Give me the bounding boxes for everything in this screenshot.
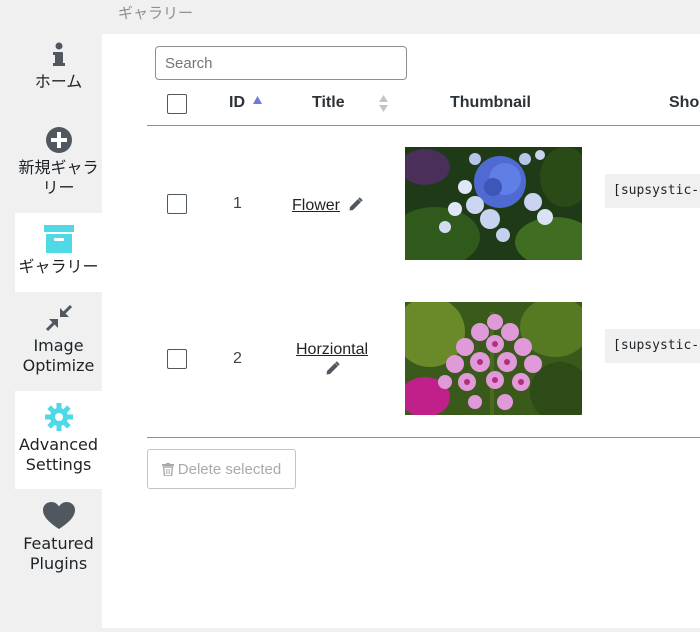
table-footer-divider (147, 437, 700, 438)
edit-pencil-icon[interactable] (348, 197, 363, 212)
sidebar-item-image-optimize[interactable]: Image Optimize (15, 304, 102, 384)
table-row: 2 Horziontal [supsystic- (147, 281, 700, 436)
info-icon (52, 42, 65, 66)
sidebar-item-featured-plugins[interactable]: Featured Plugins (15, 502, 102, 582)
main-panel: ID Title Thumbnail Sho 1 Flower (102, 34, 700, 628)
row-id: 2 (233, 350, 242, 367)
table-header: ID Title Thumbnail Sho (147, 84, 700, 126)
sidebar-item-advanced-settings[interactable]: Advanced Settings (15, 391, 102, 489)
row-checkbox[interactable] (167, 349, 187, 369)
sidebar-item-label: Image Optimize (22, 336, 95, 375)
sidebar-item-label: Featured Plugins (23, 534, 94, 573)
sidebar-item-label: ギャラリー (18, 257, 99, 276)
trash-icon (161, 462, 174, 476)
column-header-id[interactable]: ID (229, 94, 245, 112)
search-input[interactable] (155, 46, 407, 80)
delete-selected-label: Delete selected (177, 460, 282, 478)
row-checkbox[interactable] (167, 194, 187, 214)
thumbnail-image[interactable] (405, 302, 582, 415)
sort-asc-icon (253, 96, 262, 104)
row-id: 1 (233, 195, 242, 212)
sidebar-item-label: Advanced Settings (18, 435, 99, 474)
column-header-title[interactable]: Title (312, 94, 345, 112)
column-header-thumbnail: Thumbnail (450, 94, 531, 111)
archive-icon (43, 225, 74, 253)
sidebar-item-home[interactable]: ホーム (15, 42, 102, 112)
sidebar-item-label: 新規ギャラリー (18, 158, 99, 197)
sidebar-item-label: ホーム (34, 72, 83, 91)
heart-icon (42, 502, 75, 529)
row-title-link[interactable]: Flower (292, 197, 340, 214)
sidebar-item-new-gallery[interactable]: 新規ギャラリー (15, 126, 102, 206)
delete-selected-button[interactable]: Delete selected (147, 449, 296, 489)
breadcrumb: ギャラリー (118, 4, 194, 22)
flower-photo (405, 147, 582, 260)
sidebar: ホーム 新規ギャラリー ギャラリー Image Optimize Advance… (0, 34, 102, 632)
compress-arrows-icon (45, 304, 72, 332)
sidebar-item-gallery[interactable]: ギャラリー (15, 213, 102, 292)
row-title-link[interactable]: Horziontal (296, 341, 368, 358)
flower-photo (405, 302, 582, 415)
sort-both-icon (379, 95, 388, 112)
shortcode-field[interactable]: [supsystic- (605, 329, 700, 363)
shortcode-field[interactable]: [supsystic- (605, 174, 700, 208)
thumbnail-image[interactable] (405, 147, 582, 260)
edit-pencil-icon[interactable] (325, 361, 340, 376)
select-all-checkbox[interactable] (167, 94, 187, 114)
gear-icon (44, 403, 73, 431)
table-row: 1 Flower [supsystic- (147, 126, 700, 281)
column-header-shortcode: Sho (669, 94, 700, 111)
plus-circle-icon (45, 127, 72, 153)
